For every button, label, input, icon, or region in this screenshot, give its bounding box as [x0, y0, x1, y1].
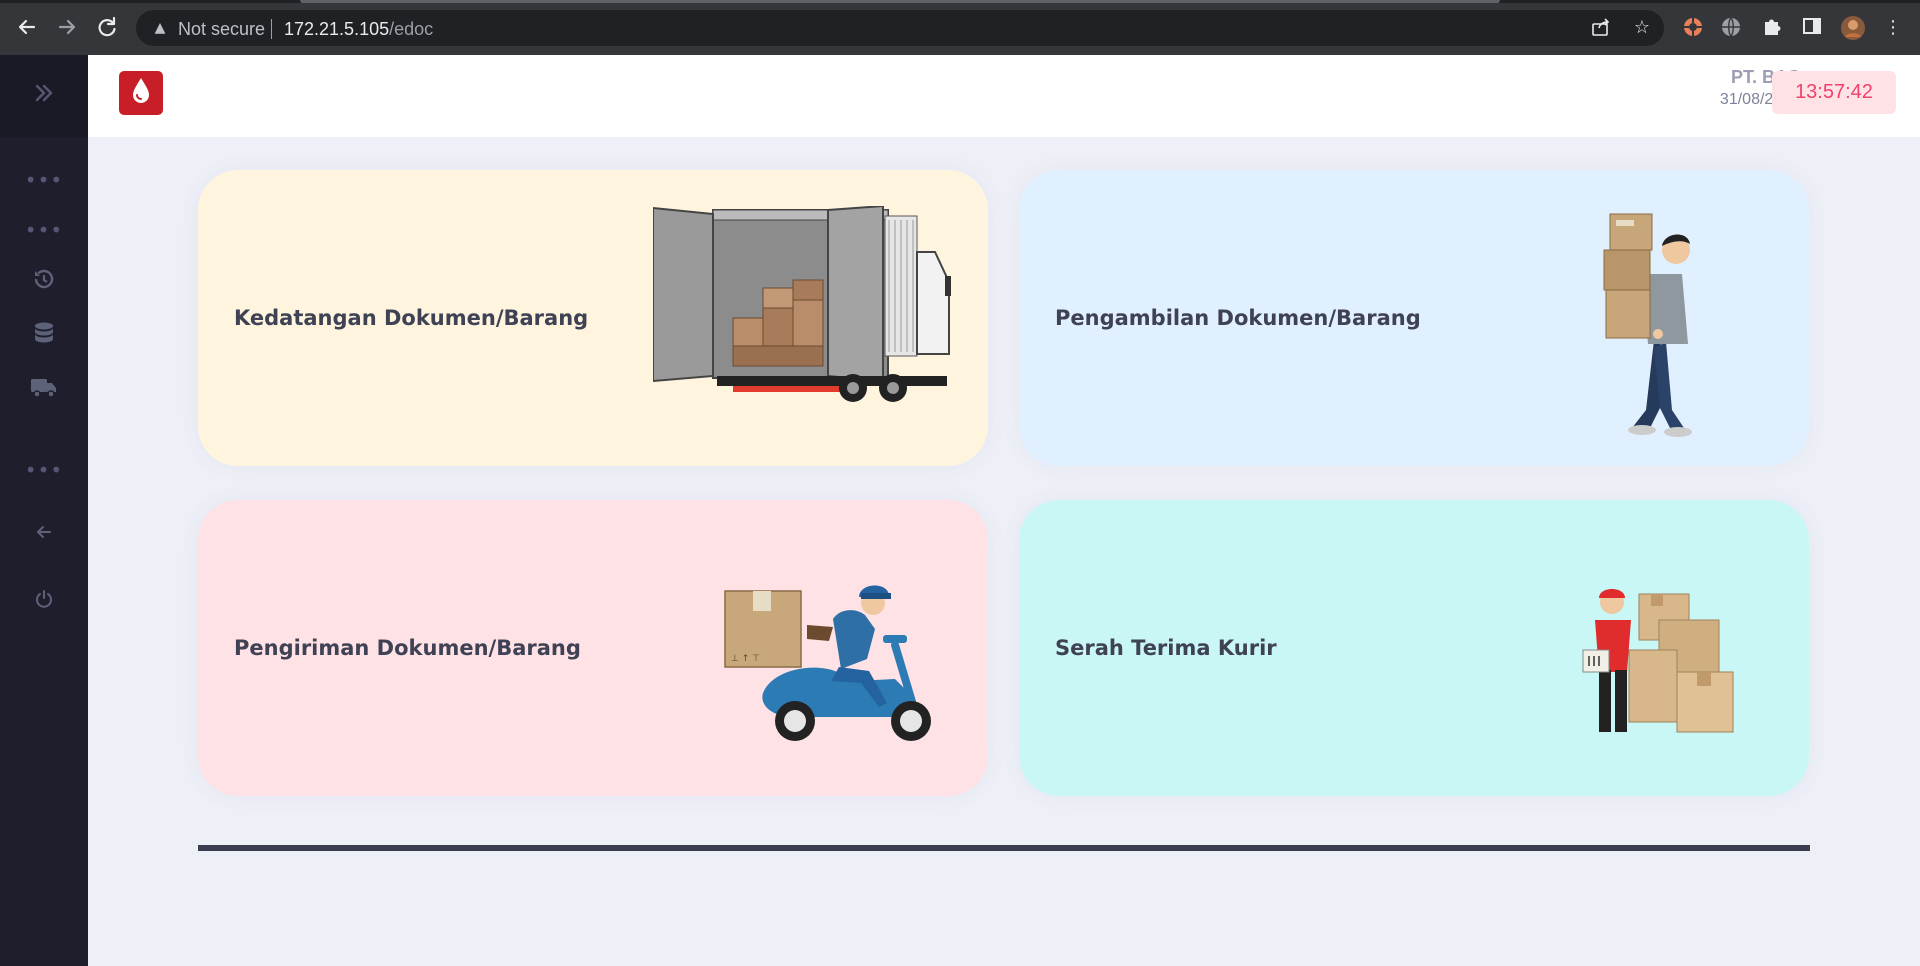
app-header: PT. BAS 31/08/2023 13:57:42 — [88, 55, 1920, 137]
card-title: Serah Terima Kurir — [1055, 636, 1277, 660]
more-dots-icon: ••• — [24, 168, 64, 192]
profile-avatar[interactable] — [1840, 15, 1866, 41]
address-bar[interactable]: ▲ Not secure 172.21.5.105/edoc ☆ — [136, 10, 1664, 46]
sidebar: ••• ••• ••• — [0, 55, 88, 966]
courier-with-parcels-illustration — [1582, 589, 1734, 733]
forward-icon[interactable] — [54, 14, 80, 40]
warning-icon[interactable]: ▲ — [150, 18, 170, 38]
extension-icon[interactable] — [1680, 15, 1706, 41]
card-title: Pengiriman Dokumen/Barang — [234, 636, 581, 660]
arrow-left-icon[interactable] — [24, 520, 64, 550]
side-panel-icon[interactable] — [1799, 15, 1825, 41]
card-kedatangan[interactable]: Kedatangan Dokumen/Barang — [198, 170, 988, 466]
url-text[interactable]: 172.21.5.105/edoc — [284, 19, 433, 40]
card-title: Pengambilan Dokumen/Barang — [1055, 306, 1421, 330]
truck-icon[interactable] — [24, 376, 64, 406]
card-title: Kedatangan Dokumen/Barang — [234, 306, 589, 330]
security-label[interactable]: Not secure — [178, 19, 265, 40]
reload-icon[interactable] — [94, 14, 120, 40]
browser-toolbar: ▲ Not secure 172.21.5.105/edoc ☆ ⋮ — [0, 0, 1920, 55]
back-icon[interactable] — [14, 14, 40, 40]
database-icon[interactable] — [24, 321, 64, 351]
card-pengiriman[interactable]: Pengiriman Dokumen/Barang ⊥ ↑ ⊤ — [198, 500, 988, 796]
brand-logo[interactable] — [119, 71, 163, 115]
card-pengambilan[interactable]: Pengambilan Dokumen/Barang — [1019, 170, 1809, 466]
url-host: 172.21.5.105 — [284, 19, 390, 39]
card-serah-terima[interactable]: Serah Terima Kurir — [1019, 500, 1809, 796]
more-dots-icon: ••• — [24, 218, 64, 242]
globe-icon[interactable] — [1718, 15, 1744, 41]
courier-scooter-illustration: ⊥ ↑ ⊤ — [724, 585, 931, 741]
svg-text:⊥ ↑ ⊤: ⊥ ↑ ⊤ — [731, 654, 760, 664]
footer-divider — [198, 845, 1810, 851]
puzzle-icon[interactable] — [1759, 15, 1785, 41]
share-icon[interactable] — [1589, 16, 1613, 40]
more-dots-icon: ••• — [24, 458, 64, 482]
bookmark-star-icon[interactable]: ☆ — [1630, 16, 1654, 40]
man-carrying-boxes-illustration — [1603, 213, 1692, 437]
history-icon[interactable] — [24, 267, 64, 297]
tab-strip-edge — [0, 0, 1920, 3]
url-path: /edoc — [389, 19, 434, 39]
toggle-chevrons-icon[interactable] — [24, 81, 64, 111]
omnibox-divider — [271, 19, 272, 39]
truck-illustration — [653, 206, 951, 402]
power-icon[interactable] — [24, 587, 64, 617]
menu-kebab-icon[interactable]: ⋮ — [1880, 15, 1906, 41]
clock-badge: 13:57:42 — [1772, 71, 1896, 114]
